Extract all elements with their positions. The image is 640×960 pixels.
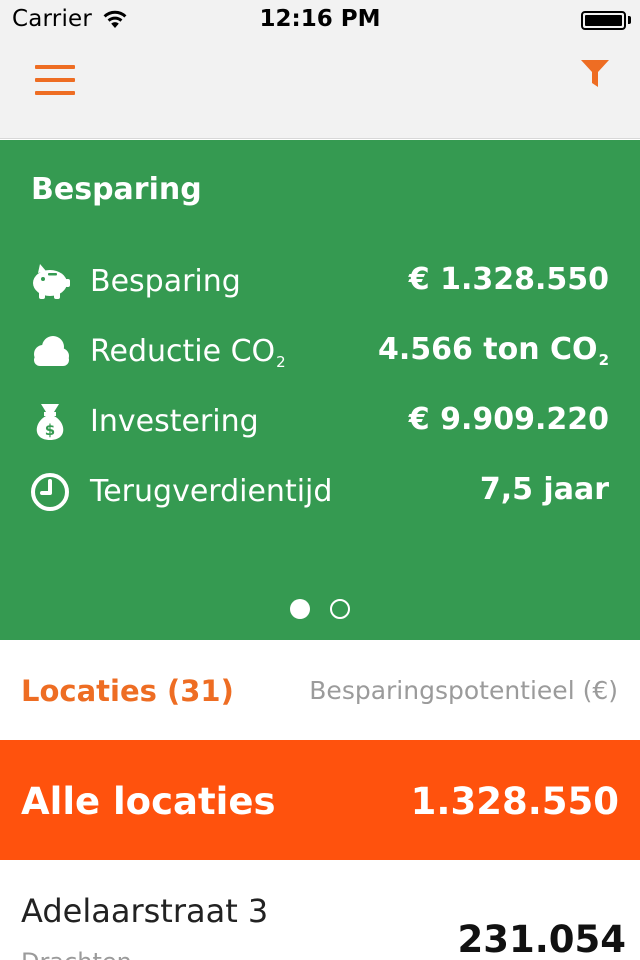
summary-value: € 9.909.220: [408, 402, 609, 437]
summary-value-text: 4.566 ton CO: [377, 332, 598, 367]
battery-tip: [628, 16, 631, 24]
locations-header: Locaties (31) Besparingspotentieel (€): [0, 640, 640, 740]
summary-title: Besparing: [31, 172, 202, 207]
summary-value: € 1.328.550: [408, 262, 609, 297]
piggy-bank-icon: [33, 264, 70, 299]
summary-row-investering: $ Investering € 9.909.220: [0, 391, 640, 451]
location-name: Adelaarstraat 3: [21, 892, 269, 930]
page-indicator[interactable]: [0, 598, 640, 622]
menu-button[interactable]: [34, 62, 78, 98]
clock-icon: [31, 473, 69, 511]
hamburger-menu-icon: [35, 65, 75, 69]
savings-potential-label: Besparingspotentieel (€): [309, 676, 618, 705]
summary-row-besparing: Besparing € 1.328.550: [0, 251, 640, 311]
summary-label-text: Reductie CO: [90, 334, 276, 369]
all-locations-value: 1.328.550: [410, 780, 619, 823]
summary-label: Reductie CO2: [90, 334, 286, 371]
summary-label: Terugverdientijd: [90, 474, 333, 509]
co2-subscript: 2: [276, 353, 286, 371]
clock-time: 12:16 PM: [259, 6, 381, 32]
location-list-item[interactable]: Adelaarstraat 3 Drachten 231.054: [0, 860, 640, 960]
all-locations-label: Alle locaties: [21, 780, 276, 823]
savings-summary-card[interactable]: Besparing Besparing € 1.328.550 Reductie…: [0, 140, 640, 640]
hamburger-line: [35, 78, 75, 82]
navigation-bar: [0, 40, 640, 139]
svg-text:$: $: [45, 421, 55, 439]
all-locations-row[interactable]: Alle locaties 1.328.550: [0, 740, 640, 860]
location-value: 231.054: [457, 918, 626, 960]
money-bag-icon: $: [36, 404, 64, 440]
cloud-icon: [34, 336, 69, 366]
hamburger-line: [35, 91, 75, 95]
co2-subscript: 2: [598, 351, 609, 369]
summary-label: Investering: [90, 404, 259, 439]
status-bar: Carrier 12:16 PM: [0, 0, 640, 40]
summary-value: 7,5 jaar: [479, 472, 609, 507]
locations-count-label: Locaties (31): [21, 674, 234, 708]
battery-icon: [581, 11, 626, 30]
summary-row-terugverdientijd: Terugverdientijd 7,5 jaar: [0, 461, 640, 521]
summary-value: 4.566 ton CO2: [378, 332, 609, 369]
location-city: Drachten: [21, 948, 132, 960]
summary-label: Besparing: [90, 264, 241, 299]
page-dot-active[interactable]: [290, 599, 310, 619]
filter-funnel-icon[interactable]: [578, 58, 612, 90]
page-dot-inactive[interactable]: [330, 599, 350, 619]
summary-row-co2: Reductie CO2 4.566 ton CO2: [0, 321, 640, 381]
